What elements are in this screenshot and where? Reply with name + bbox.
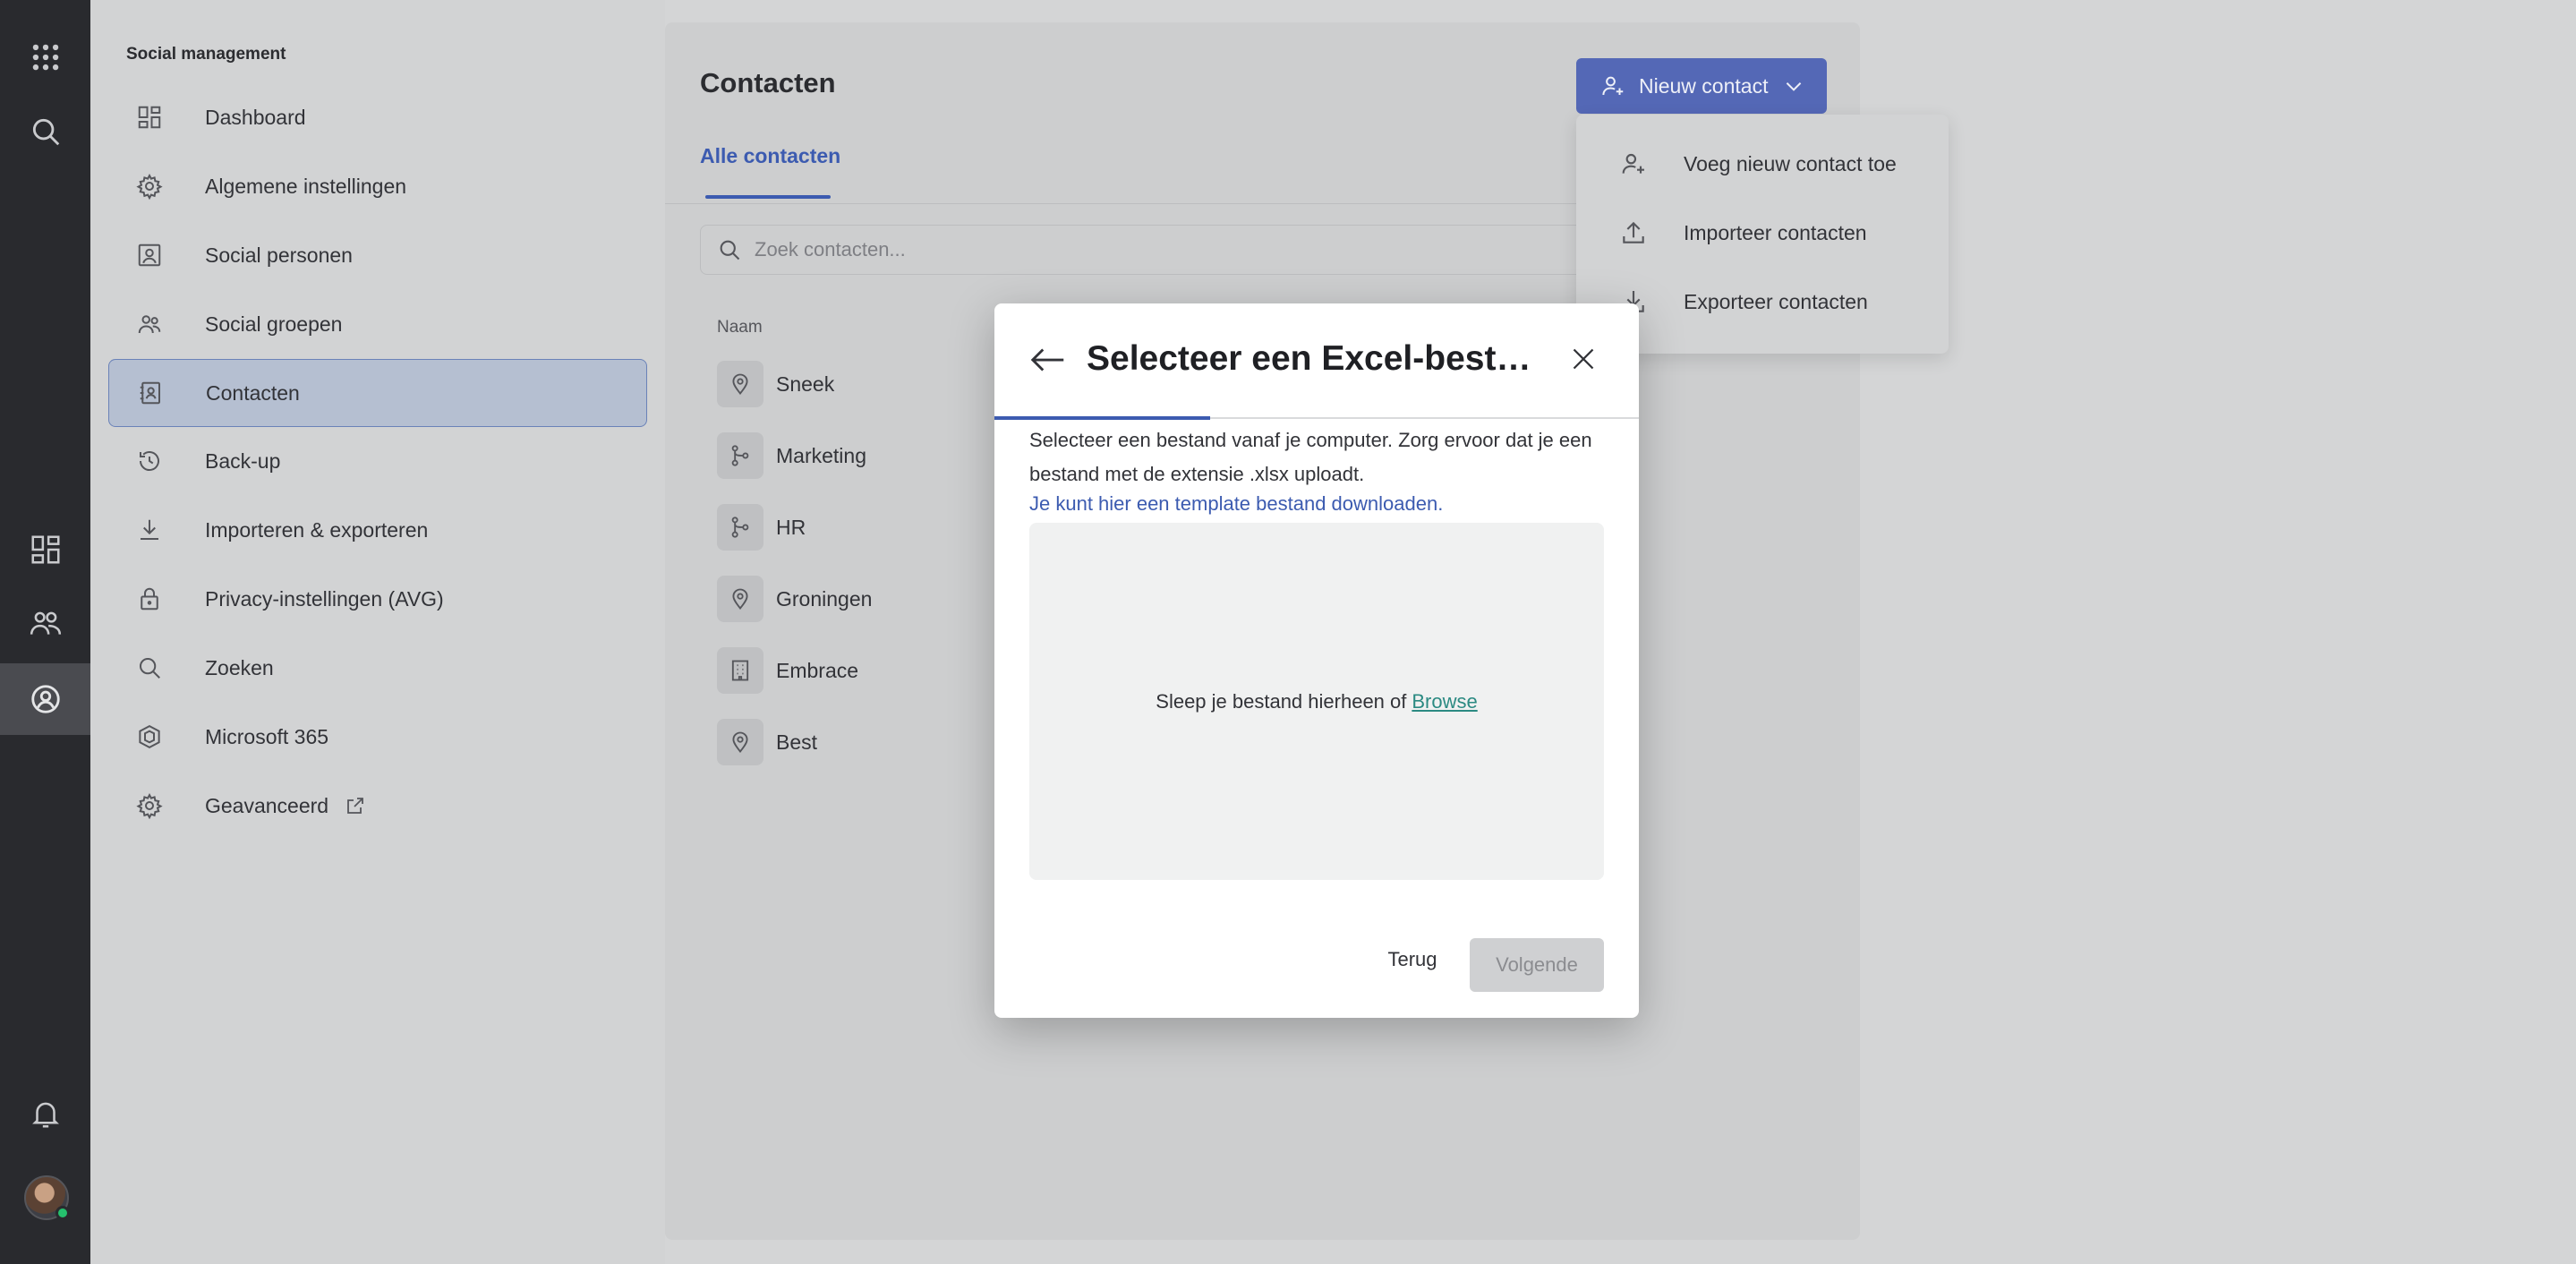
list-item-label: Marketing — [776, 443, 866, 467]
group-icon — [135, 310, 164, 338]
add-user-icon — [1622, 153, 1644, 174]
browse-link[interactable]: Browse — [1412, 690, 1477, 713]
template-download-link[interactable]: Je kunt hier een template bestand downlo… — [1029, 492, 1443, 516]
sidebar-item-label: Social personen — [205, 243, 353, 267]
online-status-dot — [55, 1206, 70, 1220]
sidebar-item-privacy[interactable]: Privacy-instellingen (AVG) — [108, 565, 647, 633]
apps-grid-icon[interactable] — [0, 21, 90, 93]
search-input[interactable] — [755, 238, 1560, 261]
tab-all-contacts[interactable]: Alle contacten — [700, 144, 840, 168]
sidebar-item-label: Back-up — [205, 448, 281, 473]
dashboard-icon — [135, 103, 164, 132]
new-contact-label: Nieuw contact — [1639, 73, 1769, 98]
modal-title: Selecteer een Excel-bestand — [1087, 339, 1534, 378]
list-item[interactable]: Sneek — [717, 359, 834, 409]
menu-item-add-contact[interactable]: Voeg nieuw contact toe — [1576, 130, 1949, 198]
sidebar-item-search[interactable]: Zoeken — [108, 634, 647, 702]
bell-icon[interactable] — [0, 1078, 90, 1149]
contact-book-icon — [136, 379, 165, 407]
chevron-down-icon — [1787, 82, 1802, 91]
location-icon — [717, 719, 763, 765]
gear-icon — [135, 172, 164, 201]
page-title: Contacten — [700, 67, 836, 98]
search-icon[interactable] — [0, 96, 90, 167]
microsoft-365-icon — [135, 722, 164, 751]
list-item-label: HR — [776, 515, 806, 539]
building-icon — [717, 647, 763, 694]
sidebar-item-dashboard[interactable]: Dashboard — [108, 83, 647, 151]
person-card-icon — [135, 241, 164, 269]
back-arrow-icon[interactable] — [1028, 339, 1069, 380]
location-icon — [717, 361, 763, 407]
menu-item-label: Importeer contacten — [1684, 220, 1867, 244]
modal-description: Selecteer een bestand vanaf je computer.… — [1029, 429, 1592, 485]
app-rail — [0, 0, 90, 1264]
avatar[interactable] — [24, 1175, 70, 1220]
list-item-label: Best — [776, 730, 818, 754]
sidebar-item-import-export[interactable]: Importeren & exporteren — [108, 496, 647, 564]
sidebar-item-label: Algemene instellingen — [205, 174, 407, 198]
list-item[interactable]: Best — [717, 717, 817, 767]
sidebar-item-general-settings[interactable]: Algemene instellingen — [108, 152, 647, 220]
close-icon[interactable] — [1567, 343, 1599, 375]
menu-item-label: Exporteer contacten — [1684, 289, 1868, 313]
dashboard-icon[interactable] — [0, 514, 90, 585]
location-icon — [717, 576, 763, 622]
sidebar-item-label: Zoeken — [205, 655, 274, 679]
sidebar-item-label: Geavanceerd — [205, 793, 329, 817]
menu-item-import-contacts[interactable]: Importeer contacten — [1576, 199, 1949, 267]
social-management-icon[interactable] — [0, 663, 90, 735]
list-item[interactable]: HR — [717, 502, 806, 552]
sidebar-item-contacts[interactable]: Contacten — [108, 359, 647, 427]
search-icon — [720, 240, 740, 260]
history-icon — [135, 447, 164, 475]
list-item[interactable]: Groningen — [717, 574, 872, 624]
search-box[interactable] — [700, 225, 1649, 275]
branch-icon — [717, 504, 763, 551]
import-modal: Selecteer een Excel-bestand Selecteer ee… — [994, 303, 1639, 1018]
sidebar-item-social-groups[interactable]: Social groepen — [108, 290, 647, 358]
sidebar-item-label: Importeren & exporteren — [205, 517, 429, 542]
sidebar-item-label: Social groepen — [205, 312, 343, 336]
active-tab-indicator — [705, 195, 831, 199]
external-link-icon — [347, 798, 363, 814]
download-icon — [135, 516, 164, 544]
list-item[interactable]: Marketing — [717, 431, 866, 481]
sidebar-item-social-persons[interactable]: Social personen — [108, 221, 647, 289]
step-progress-fill — [994, 416, 1210, 420]
sidebar-item-label: Privacy-instellingen (AVG) — [205, 586, 444, 611]
list-item-label: Embrace — [776, 658, 859, 682]
search-icon — [135, 653, 164, 682]
sidebar-item-backup[interactable]: Back-up — [108, 427, 647, 495]
column-header-name[interactable]: Naam — [717, 318, 763, 337]
list-item[interactable]: Embrace — [717, 645, 858, 696]
back-button[interactable]: Terug — [1369, 938, 1456, 981]
sidebar-title: Social management — [126, 45, 286, 64]
add-user-icon — [1602, 76, 1624, 96]
team-icon[interactable] — [0, 587, 90, 659]
drop-zone-text: Sleep je bestand hierheen of — [1156, 689, 1407, 713]
next-button[interactable]: Volgende — [1470, 938, 1604, 992]
sidebar: Social management Dashboard Algemene ins… — [90, 0, 665, 1264]
gear-icon — [135, 791, 164, 820]
sidebar-item-label: Dashboard — [205, 105, 306, 129]
new-contact-button[interactable]: Nieuw contact — [1576, 58, 1827, 114]
upload-icon — [1623, 221, 1644, 243]
sidebar-item-label: Microsoft 365 — [205, 724, 329, 748]
sidebar-item-advanced[interactable]: Geavanceerd — [108, 772, 647, 840]
lock-icon — [135, 585, 164, 613]
sidebar-item-microsoft-365[interactable]: Microsoft 365 — [108, 703, 647, 771]
sidebar-item-label: Contacten — [206, 380, 300, 405]
step-progress — [994, 416, 1639, 420]
branch-icon — [717, 432, 763, 479]
list-item-label: Groningen — [776, 586, 873, 611]
list-item-label: Sneek — [776, 372, 835, 396]
file-drop-zone[interactable]: Sleep je bestand hierheen of Browse — [1029, 523, 1604, 880]
menu-item-label: Voeg nieuw contact toe — [1684, 151, 1897, 175]
